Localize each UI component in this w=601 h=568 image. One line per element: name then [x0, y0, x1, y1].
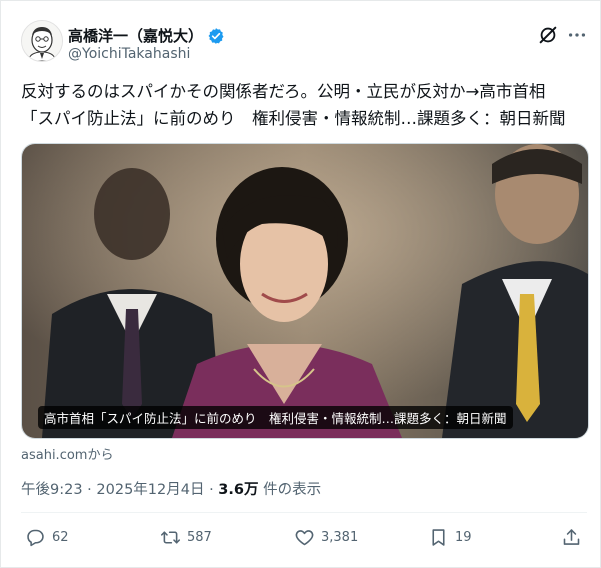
view-label: 件の表示 — [258, 482, 322, 498]
repost-button[interactable]: 587 — [160, 526, 212, 548]
author-handle[interactable]: @YoichiTakahashi — [68, 46, 190, 62]
tweet-text: 反対するのはスパイかその関係者だろ。公明・立民が反対か→高市首相 「スパイ防止法… — [21, 78, 591, 132]
divider — [21, 512, 587, 513]
tweet-timestamp[interactable]: 午後9:23 · 2025年12月4日 · — [21, 482, 218, 498]
author-name-row[interactable]: 高橋洋一（嘉悦大） — [68, 25, 225, 46]
share-button[interactable] — [561, 526, 582, 548]
reply-count: 62 — [52, 529, 69, 545]
bookmark-icon — [432, 528, 445, 546]
grok-icon[interactable] — [537, 24, 559, 46]
share-icon — [563, 528, 580, 545]
verified-badge-icon — [207, 27, 225, 45]
card-photo — [22, 144, 588, 438]
avatar[interactable] — [21, 20, 63, 62]
bookmark-button[interactable]: 19 — [428, 526, 472, 548]
like-count: 3,381 — [321, 529, 359, 545]
card-caption: 高市首相「スパイ防止法」に前のめり 権利侵害・情報統制…課題多く：朝日新聞 — [38, 406, 513, 429]
reply-icon — [27, 529, 44, 546]
tweet-text-line-2: 「スパイ防止法」に前のめり 権利侵害・情報統制…課題多く：朝日新聞 — [21, 109, 566, 128]
like-button[interactable]: 3,381 — [294, 526, 358, 548]
view-count: 3.6万 — [218, 482, 259, 498]
bookmark-count: 19 — [455, 529, 472, 545]
tweet-text-line-1: 反対するのはスパイかその関係者だろ。公明・立民が反対か→高市首相 — [21, 82, 546, 101]
repost-count: 587 — [187, 529, 212, 545]
like-icon — [295, 529, 314, 545]
tweet-meta: 午後9:23 · 2025年12月4日 · 3.6万 件の表示 — [21, 478, 321, 499]
reply-button[interactable]: 62 — [25, 526, 69, 548]
link-card[interactable]: 高市首相「スパイ防止法」に前のめり 権利侵害・情報統制…課題多く：朝日新聞 — [21, 143, 589, 439]
card-source[interactable]: asahi.comから — [21, 444, 113, 463]
avatar-drawing — [22, 21, 62, 61]
more-icon[interactable] — [566, 24, 588, 46]
author-display-name[interactable]: 高橋洋一（嘉悦大） — [68, 25, 203, 46]
repost-icon — [160, 530, 181, 544]
